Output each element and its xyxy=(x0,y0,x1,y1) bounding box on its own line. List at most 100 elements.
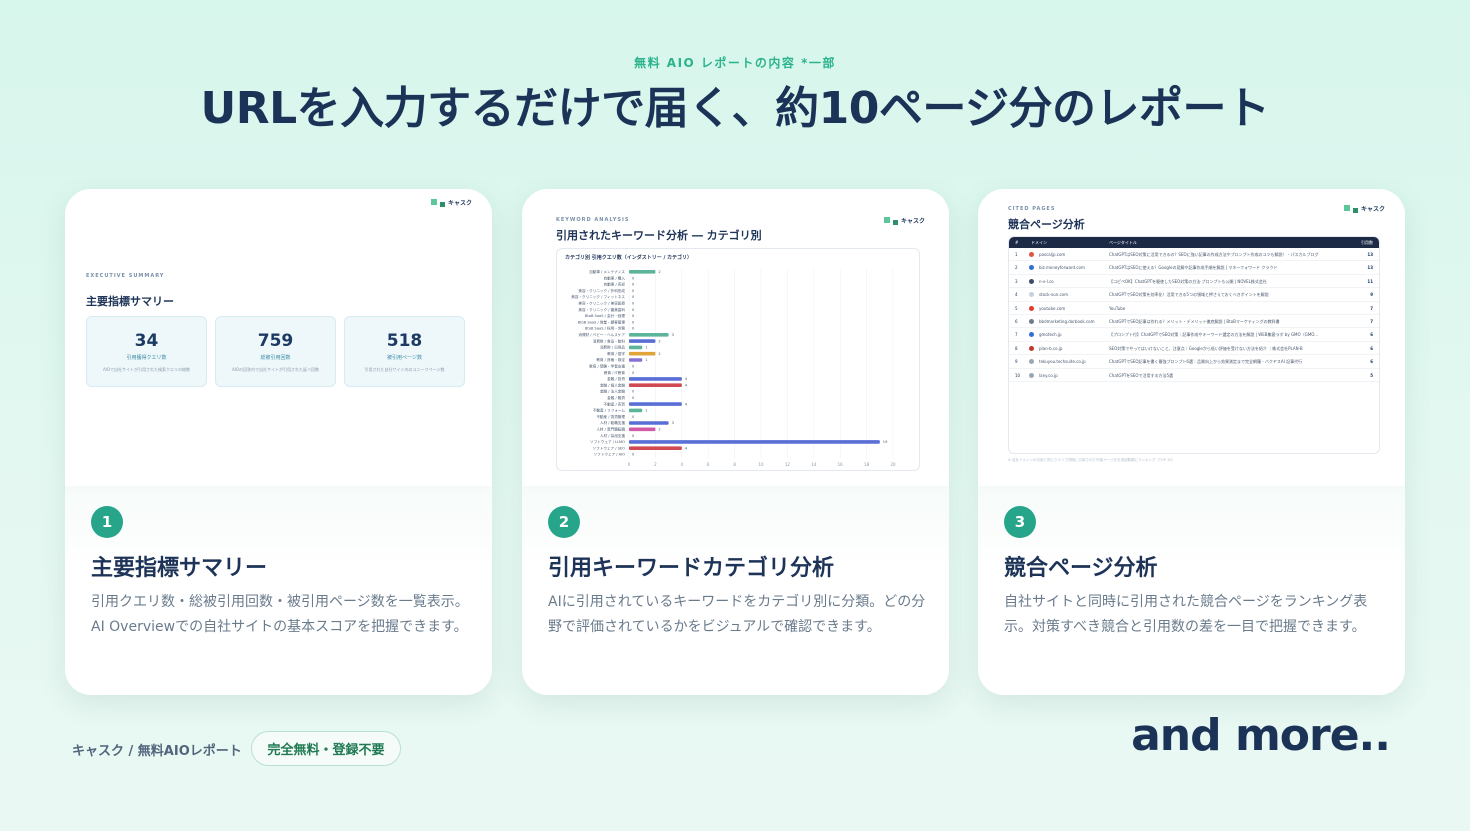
rank-cell: 10 xyxy=(1015,372,1021,378)
bar-value-label: 0 xyxy=(632,453,635,457)
category-label: BtoB SaaS / 採用・労務 xyxy=(585,326,626,331)
logo-mark-icon xyxy=(883,217,890,223)
and-more-text: and more.. xyxy=(1131,710,1391,761)
bar xyxy=(629,421,669,425)
count-cell: 5 xyxy=(1370,372,1373,378)
table-row: 3 n-v-l.co 【コピペOK】ChatGPTを駆使したSEO対策の方法·プロン… xyxy=(1009,275,1379,289)
bar-value-label: 0 xyxy=(632,283,635,287)
card-description: AIに引用されているキーワードをカテゴリ別に分類。どの分野で評価されているかをビ… xyxy=(548,594,926,635)
bar xyxy=(629,427,656,432)
column-header: ドメイン xyxy=(1031,240,1047,245)
table-row: 1 pascaljp.com ChatGPTはSEO対策に活用できるの？SEOに強い… xyxy=(1009,248,1379,262)
bar xyxy=(629,351,656,356)
category-label: 自動車 / メンテナンス xyxy=(589,269,625,274)
card-title: 競合ページ分析 xyxy=(1004,556,1158,581)
count-cell: 13 xyxy=(1367,252,1373,257)
domain-cell: bbdmarketing.dorbook.com xyxy=(1039,318,1095,324)
x-tick-label: 0 xyxy=(628,462,631,467)
preview-title: 主要指標サマリー xyxy=(86,295,174,308)
favicon-icon xyxy=(1029,318,1034,324)
bar-value-label: 0 xyxy=(632,276,635,280)
header-eyebrow: 無料 AIO レポートの内容 *一部 xyxy=(634,56,836,70)
favicon-icon xyxy=(1029,332,1034,338)
count-cell: 9 xyxy=(1370,292,1373,298)
table-row: 9 tekuyou.techsuite.co.jp ChatGPTでSEO記事を書く… xyxy=(1009,355,1379,369)
x-tick-label: 16 xyxy=(838,462,844,467)
table-note: ※ 自社ドメインの引用と同じクエリで同時に引用された外部ページを引用回数順にラン… xyxy=(1008,458,1175,462)
bar-value-label: 2 xyxy=(658,428,660,432)
bar xyxy=(629,377,682,381)
category-label: 金融 / 投資 xyxy=(607,376,625,381)
card-kpi-summary: キャスク EXECUTIVE SUMMARY 主要指標サマリー 34 引用獲得ク… xyxy=(65,189,492,695)
preview-eyebrow: CITED PAGES xyxy=(1008,206,1056,212)
bar-chart: 0 2 4 6 8 10 12 14 16 18 20自動車 / メンテナンス 2自動車 / 購入 0自… xyxy=(571,269,896,467)
logo-mark-icon xyxy=(892,220,898,225)
bar-value-label: 0 xyxy=(632,327,635,331)
kpi-card: 759 総被引用回数 AIOの回答内で自社サイトが引用された延べ回数 xyxy=(215,316,336,387)
bar-value-label: 4 xyxy=(685,383,688,387)
bar-value-label: 0 xyxy=(632,434,635,438)
bar xyxy=(629,358,643,362)
category-label: 美容・クリニック / 外科形成 xyxy=(578,288,625,293)
x-tick-label: 12 xyxy=(785,462,791,467)
count-cell: 11 xyxy=(1367,278,1373,284)
bar-value-label: 4 xyxy=(685,377,688,381)
card-preview: キャスク CITED PAGES 競合ページ分析 # ドメイン ページタイトル … xyxy=(978,189,1405,486)
preview-eyebrow: KEYWORD ANALYSIS xyxy=(556,217,630,223)
category-label: 不動産 / リフォーム xyxy=(593,408,626,413)
kpi-value: 518 xyxy=(386,331,423,351)
brand-logo: キャスク xyxy=(1343,203,1385,213)
step-number-badge: 1 xyxy=(91,506,123,538)
rank-cell: 4 xyxy=(1015,292,1018,298)
x-tick-label: 20 xyxy=(890,462,896,467)
kpi-card: 518 被引用ページ数 引用された自社サイト内のユニークページ数 xyxy=(344,316,465,387)
category-label: 不動産 / 賃貸管理 xyxy=(596,414,625,419)
x-tick-label: 18 xyxy=(864,462,870,467)
bar-value-label: 1 xyxy=(645,346,647,350)
logo-mark-icon xyxy=(1343,205,1350,211)
kpi-subtext: AIOで自社サイトが引用された検索クエリの総数 xyxy=(102,367,191,372)
card-body: 3 競合ページ分析 自社サイトと同時に引用された競合ページをランキング表示。対策… xyxy=(978,486,1405,695)
x-tick-label: 10 xyxy=(758,462,764,467)
bar-value-label: 4 xyxy=(685,446,688,450)
table-row: 8 plan-b.co.jp SEO対策でやってはいけないこと、注意点｜Google… xyxy=(1009,342,1379,356)
bar-value-label: 1 xyxy=(645,358,647,362)
domain-cell: pascaljp.com xyxy=(1039,252,1066,257)
category-label: 自動車 / 売却 xyxy=(604,282,626,287)
count-cell: 7 xyxy=(1370,318,1373,324)
category-label: BtoB SaaS / 会計・経理 xyxy=(585,313,626,318)
table-row: 7 gmotech.jp 【プロンプト付】ChatGPTでSEO対策｜記事作成やキー… xyxy=(1009,328,1379,342)
bar-value-label: 0 xyxy=(632,314,635,318)
logo-mark-icon xyxy=(439,202,445,207)
domain-cell: youtube.com xyxy=(1039,305,1066,311)
bar-value-label: 0 xyxy=(632,289,635,293)
rank-cell: 2 xyxy=(1015,265,1018,271)
kpi-value: 34 xyxy=(134,331,159,351)
table-body: 1 pascaljp.com ChatGPTはSEO対策に活用できるの？SEOに強い… xyxy=(1009,248,1379,382)
page-title-cell: ChatGPTをSEOで活用する方法5選 xyxy=(1109,372,1174,378)
category-label: ソフトウェア / AIO xyxy=(594,452,626,457)
page-title-cell: ChatGPTでSEO記事は作れる？メリット・デメリット徹底解説 | BtoBマ… xyxy=(1109,318,1280,324)
table-row: 2 biz.moneyforward.com ChatGPTはSEOに使える？Goo… xyxy=(1009,261,1379,275)
kpi-subtext: 引用された自社サイト内のユニークページ数 xyxy=(364,367,445,372)
bar-value-label: 0 xyxy=(632,295,635,299)
card-competitor-pages: キャスク CITED PAGES 競合ページ分析 # ドメイン ページタイトル … xyxy=(978,189,1405,695)
logo-text: キャスク xyxy=(900,217,925,225)
count-cell: 6 xyxy=(1370,332,1373,338)
favicon-icon xyxy=(1029,345,1034,351)
page-title-cell: ChatGPTはSEO対策に活用できるの？SEOに強い記事の作成方法やプロンプト… xyxy=(1109,252,1319,257)
count-cell: 6 xyxy=(1370,359,1373,365)
column-header: 引用数 xyxy=(1361,240,1373,245)
card-keyword-category: キャスク KEYWORD ANALYSIS 引用されたキーワード分析 ― カテゴ… xyxy=(522,189,949,695)
favicon-icon xyxy=(1029,265,1034,271)
category-label: 美容・クリニック / 審美歯科 xyxy=(578,307,625,312)
step-number-badge: 3 xyxy=(1004,506,1036,538)
category-label: 金融 / 融資 xyxy=(607,395,625,400)
bar xyxy=(629,270,656,274)
bar-value-label: 0 xyxy=(632,371,635,375)
category-label: 不動産 / 売買 xyxy=(604,401,626,406)
kpi-label: 引用獲得クエリ数 xyxy=(126,355,167,361)
kpi-label: 総被引用回数 xyxy=(260,355,291,361)
table-row: 5 youtube.com YouTube 7 xyxy=(1009,302,1379,315)
competitor-table: # ドメイン ページタイトル 引用数 1 pascaljp.com ChatGPTは… xyxy=(1008,236,1380,454)
